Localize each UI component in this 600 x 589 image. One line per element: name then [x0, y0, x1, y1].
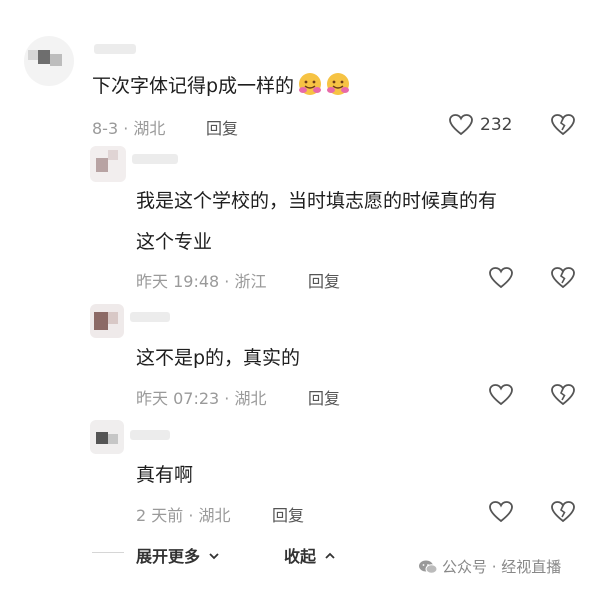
expand-more-label: 展开更多	[136, 547, 201, 566]
avatar[interactable]	[24, 36, 74, 86]
username-blurred[interactable]	[94, 44, 136, 54]
broken-heart-icon[interactable]	[550, 500, 576, 524]
comment-meta: 8-3 · 湖北	[92, 119, 166, 138]
reply-button[interactable]: 回复	[308, 268, 340, 292]
comment-text-line2: 这个专业	[136, 231, 213, 253]
heart-icon[interactable]	[448, 113, 474, 137]
comment-meta: 昨天 07:23 · 湖北	[136, 389, 267, 408]
collapse-button[interactable]: 收起	[284, 543, 336, 567]
chevron-down-icon	[208, 553, 219, 560]
hug-emoji-icon	[327, 73, 350, 95]
comment-text: 这不是p的，真实的	[136, 347, 301, 369]
avatar[interactable]	[90, 304, 124, 338]
avatar[interactable]	[90, 420, 124, 454]
comment-text-line1: 我是这个学校的，当时填志愿的时候真的有	[136, 190, 498, 212]
comment-text-content: 下次字体记得p成一样的	[92, 75, 295, 97]
watermark: 公众号 · 经视直播	[418, 556, 561, 577]
reply-button[interactable]: 回复	[308, 385, 340, 409]
heart-icon[interactable]	[488, 500, 514, 524]
comment-meta: 昨天 19:48 · 浙江	[136, 272, 267, 291]
wechat-icon	[419, 560, 438, 574]
broken-heart-icon[interactable]	[550, 113, 576, 137]
broken-heart-icon[interactable]	[550, 266, 576, 290]
username-blurred[interactable]	[132, 154, 178, 164]
collapse-label: 收起	[284, 547, 317, 566]
comment-text: 下次字体记得p成一样的	[92, 68, 350, 104]
expand-more-button[interactable]: 展开更多	[136, 543, 220, 567]
hug-emoji-icon	[299, 73, 322, 95]
reply-button[interactable]: 回复	[206, 115, 238, 139]
username-blurred[interactable]	[130, 430, 170, 440]
heart-icon[interactable]	[488, 266, 514, 290]
avatar[interactable]	[90, 146, 126, 182]
broken-heart-icon[interactable]	[550, 383, 576, 407]
divider	[92, 552, 124, 553]
username-blurred[interactable]	[130, 312, 170, 322]
comment-text: 真有啊	[136, 464, 194, 486]
chevron-up-icon	[324, 552, 335, 559]
like-count: 232	[480, 115, 513, 135]
watermark-text: 公众号 · 经视直播	[442, 558, 562, 576]
comment-meta: 2 天前 · 湖北	[136, 506, 231, 525]
reply-button[interactable]: 回复	[272, 502, 304, 526]
heart-icon[interactable]	[488, 383, 514, 407]
